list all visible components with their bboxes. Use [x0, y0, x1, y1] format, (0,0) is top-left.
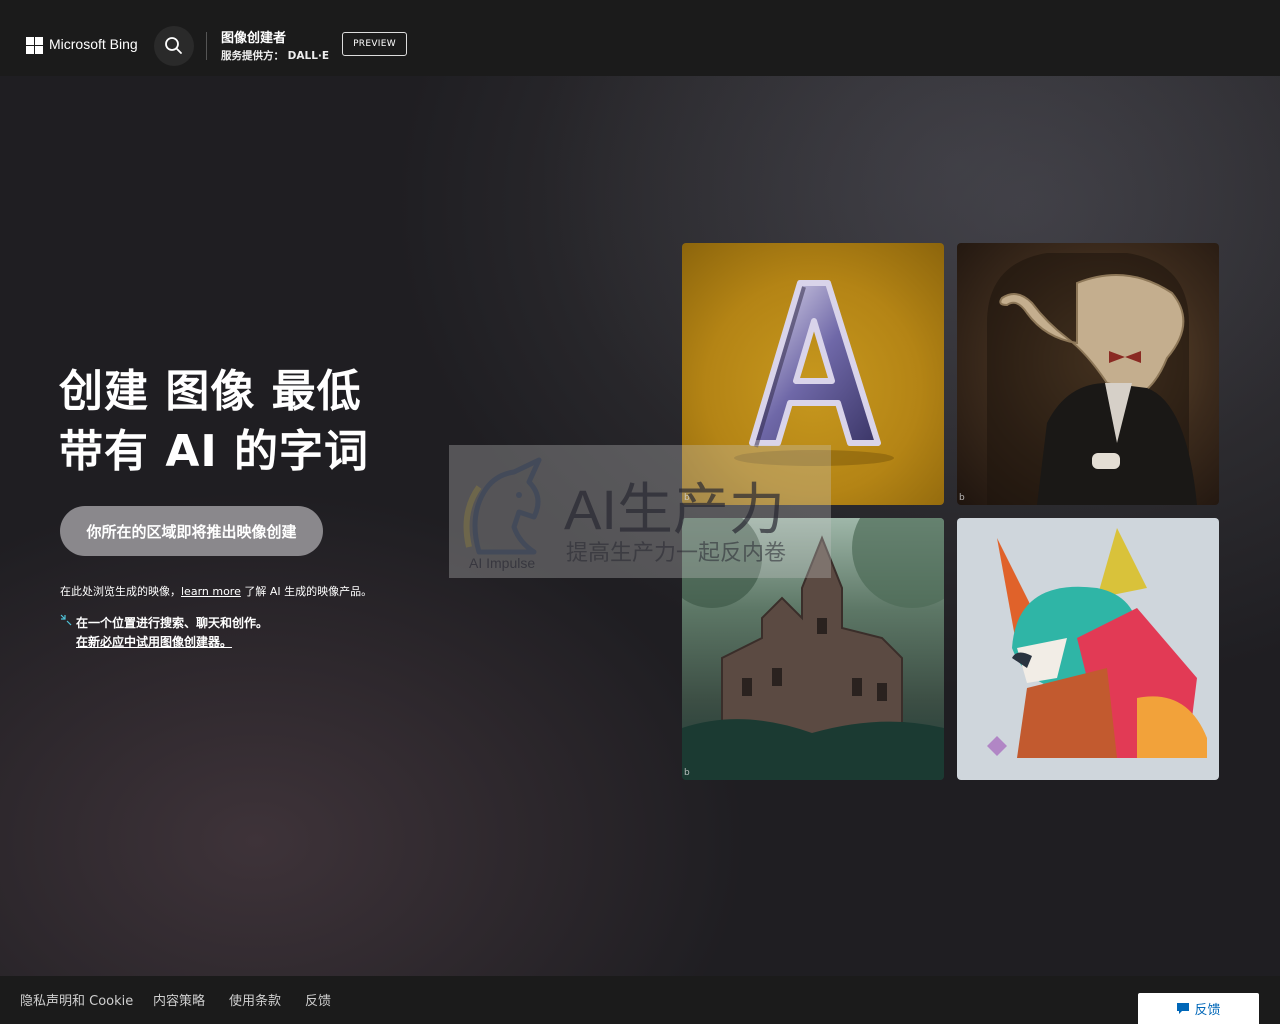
watermark-subtitle: 提高生产力一起反内卷: [566, 541, 787, 566]
hero-title: 创建 图像 最低 带有 AI 的字词: [59, 362, 419, 482]
feedback-button-label: 反馈: [1194, 1003, 1221, 1018]
privacy-cookie-link[interactable]: 隐私声明和 Cookie: [20, 990, 133, 1009]
sparkle-icon: [60, 614, 72, 626]
product-subtitle: 服务提供方： DALL·E: [221, 50, 330, 62]
product-title[interactable]: 图像创建者: [221, 27, 286, 46]
coming-soon-button[interactable]: 你所在的区域即将推出映像创建: [60, 506, 323, 556]
browse-prefix: 在此处浏览生成的映像，: [60, 585, 181, 598]
promo-line1: 在一个位置进行搜索、聊天和创作。: [76, 616, 269, 630]
browse-suffix: 了解 AI 生成的映像产品。: [240, 585, 373, 598]
brand-name[interactable]: Microsoft Bing: [49, 36, 138, 52]
search-button[interactable]: [154, 26, 194, 66]
chat-bubble-icon: [1177, 1003, 1190, 1014]
terms-of-use-link[interactable]: 使用条款: [229, 990, 281, 1009]
watermark-overlay: AI生产力 提高生产力一起反内卷 AI Impulse: [449, 445, 831, 578]
content-policy-link[interactable]: 内容策略: [153, 990, 205, 1009]
learn-more-link[interactable]: learn more: [181, 585, 241, 598]
watermark-brand: AI Impulse: [469, 555, 536, 571]
page-footer: 隐私声明和 Cookie 内容策略 使用条款 反馈: [0, 976, 1280, 1024]
watermark-title: AI生产力: [564, 478, 785, 541]
feedback-button[interactable]: 反馈: [1138, 993, 1259, 1024]
image-badge-icon: b: [684, 768, 690, 778]
microsoft-logo-icon[interactable]: [26, 37, 43, 54]
search-icon: [165, 37, 182, 54]
hero-title-line1: 创建 图像 最低: [59, 366, 362, 417]
top-header: Microsoft Bing 图像创建者 服务提供方： DALL·E PREVI…: [0, 0, 1280, 76]
header-divider: [206, 32, 207, 60]
elephant-graphic: [987, 253, 1197, 505]
promo-line2-link[interactable]: 在新必应中试用图像创建器。: [76, 633, 232, 652]
example-image-elephant[interactable]: b: [957, 243, 1219, 505]
hero-title-line2: 带有 AI 的字词: [59, 426, 370, 477]
example-image-paper-wolf[interactable]: [957, 518, 1219, 780]
feedback-link[interactable]: 反馈: [305, 990, 331, 1009]
preview-badge: PREVIEW: [342, 32, 407, 56]
paper-wolf-graphic: [987, 528, 1207, 758]
unicorn-logo-icon: [463, 457, 542, 555]
browse-description: 在此处浏览生成的映像，learn more 了解 AI 生成的映像产品。: [60, 583, 372, 599]
image-badge-icon: b: [959, 493, 965, 503]
